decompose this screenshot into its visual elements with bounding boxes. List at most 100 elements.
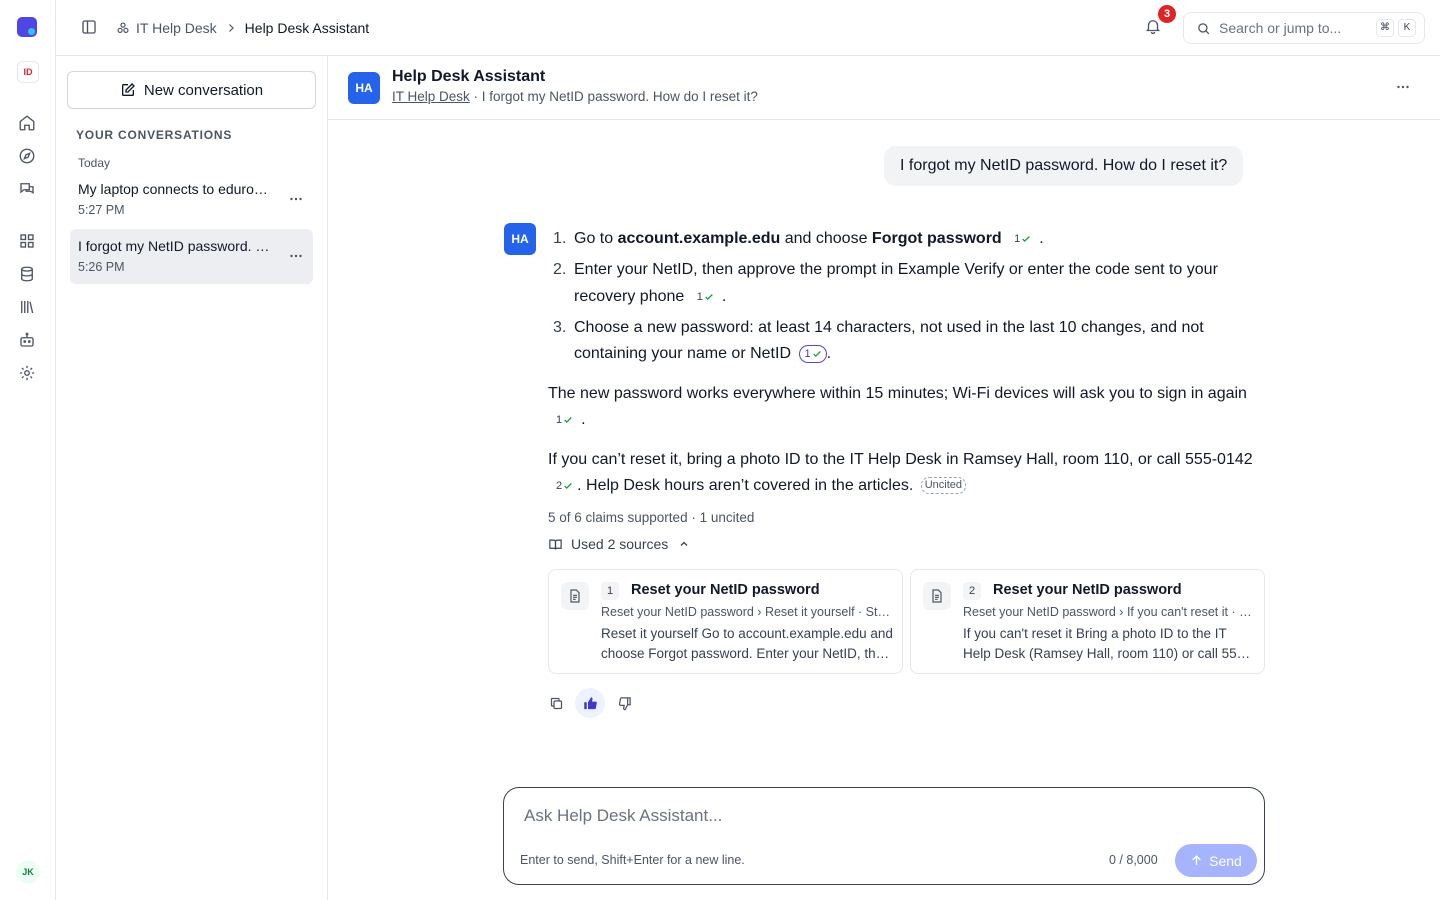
chat-subtitle: IT Help Desk · I forgot my NetID passwor… <box>392 89 758 104</box>
search-placeholder: Search or jump to... <box>1219 20 1342 36</box>
assistant-answer: 1. Go to account.example.edu and choose … <box>548 226 1264 500</box>
document-icon <box>923 582 951 610</box>
step-text: Go to <box>574 230 618 247</box>
step-end: . <box>1039 230 1044 247</box>
source-path: Reset your NetID password › Reset it you… <box>601 605 893 619</box>
thumbs-up-icon[interactable] <box>575 688 605 718</box>
more-options-icon[interactable] <box>1394 78 1414 98</box>
citation-number: 2 <box>556 480 563 492</box>
citation-chip[interactable]: 2 <box>552 477 577 495</box>
grid-icon[interactable] <box>18 232 38 252</box>
paragraph-text: If you can’t reset it, bring a photo ID … <box>548 450 1253 468</box>
step-bold: Forgot password <box>871 230 1002 247</box>
answer-paragraph: If you can’t reset it, bring a photo ID … <box>548 447 1264 500</box>
chat-title: Help Desk Assistant <box>392 68 546 85</box>
citation-number: 1 <box>1014 233 1021 245</box>
chevron-right-icon <box>225 22 237 34</box>
check-icon <box>1021 234 1031 244</box>
kb-link[interactable]: IT Help Desk <box>392 89 470 104</box>
step-number: 3. <box>553 318 567 336</box>
settings-icon[interactable] <box>18 364 38 384</box>
claims-summary: 5 of 6 claims supported · 1 uncited <box>548 510 755 525</box>
source-title: Reset your NetID password <box>631 582 820 598</box>
source-number: 1 <box>601 582 619 600</box>
group-label: Today <box>78 156 111 170</box>
conversation-sidebar: New conversation YOUR CONVERSATIONS Toda… <box>56 56 328 900</box>
step-item: 1. Go to account.example.edu and choose … <box>548 226 1264 253</box>
sources-label: Used 2 sources <box>571 536 669 552</box>
conversation-subject: I forgot my NetID password. How do I res… <box>481 89 758 104</box>
thumbs-down-icon[interactable] <box>611 690 637 716</box>
citation-chip[interactable]: 1 <box>1010 230 1035 248</box>
step-bold: account.example.edu <box>617 230 781 247</box>
paragraph-end: . <box>581 411 586 428</box>
step-text: Enter your NetID, then approve the promp… <box>574 261 1218 305</box>
workspace-badge[interactable]: ID <box>17 61 39 83</box>
steps-list: 1. Go to account.example.edu and choose … <box>548 226 1264 368</box>
conversation-item-active[interactable]: I forgot my NetID password. How do I res… <box>70 229 313 284</box>
new-conversation-label: New conversation <box>143 81 264 99</box>
answer-paragraph: The new password works everywhere within… <box>548 381 1264 434</box>
compass-icon[interactable] <box>18 147 38 167</box>
bot-icon[interactable] <box>18 331 38 351</box>
message-input[interactable]: Ask Help Desk Assistant... <box>524 806 722 826</box>
citation-chip[interactable]: 1 <box>693 288 718 306</box>
citation-number: 1 <box>804 348 811 360</box>
copy-icon[interactable] <box>543 690 569 716</box>
citation-chip-focused[interactable]: 1 <box>799 345 827 363</box>
composer-hint: Enter to send, Shift+Enter for a new lin… <box>520 853 745 867</box>
citation-number: 1 <box>696 290 703 303</box>
conversation-time: 5:27 PM <box>78 203 125 217</box>
source-path: Reset your NetID password › If you can't… <box>963 605 1255 619</box>
source-snippet: If you can't reset it Bring a photo ID t… <box>963 626 1249 661</box>
citation-number: 1 <box>556 414 563 426</box>
shortcut-key-k: K <box>1398 19 1416 37</box>
chat-icon[interactable] <box>18 180 38 200</box>
source-card[interactable]: 2 Reset your NetID password Reset your N… <box>910 569 1265 674</box>
conversation-title: My laptop connects to eduroam but has no… <box>78 181 270 197</box>
assistant-avatar: HA <box>504 223 536 255</box>
sources-toggle[interactable]: Used 2 sources <box>548 536 690 552</box>
chevron-up-icon <box>678 538 690 550</box>
breadcrumb-label: IT Help Desk <box>136 20 217 36</box>
check-icon <box>704 292 714 302</box>
breadcrumb: IT Help Desk Help Desk Assistant <box>116 18 369 38</box>
database-icon[interactable] <box>18 265 38 285</box>
user-avatar[interactable]: JK <box>16 860 40 884</box>
paragraph-text: . Help Desk hours aren’t covered in the … <box>577 477 914 494</box>
step-text: Choose a new password: at least 14 chara… <box>574 318 1204 363</box>
send-button[interactable]: Send <box>1175 844 1257 877</box>
user-message: I forgot my NetID password. How do I res… <box>884 146 1244 186</box>
library-icon[interactable] <box>18 298 38 318</box>
search-box[interactable]: Search or jump to... ⌘ K <box>1183 12 1425 44</box>
message-composer[interactable]: Ask Help Desk Assistant... Enter to send… <box>503 787 1265 885</box>
send-label: Send <box>1209 852 1242 869</box>
source-number: 2 <box>963 582 981 600</box>
chat-header: HA Help Desk Assistant IT Help Desk · I … <box>328 56 1440 120</box>
book-icon <box>548 537 563 552</box>
top-bar: IT Help Desk Help Desk Assistant 3 Searc… <box>56 0 1440 56</box>
source-title: Reset your NetID password <box>993 582 1182 598</box>
document-icon <box>561 582 589 610</box>
breadcrumb-knowledge-base[interactable]: IT Help Desk <box>116 20 217 36</box>
app-logo[interactable] <box>17 17 37 37</box>
citation-chip[interactable]: 1 <box>552 411 577 429</box>
more-options-icon[interactable] <box>287 247 305 265</box>
check-icon <box>812 349 822 359</box>
step-number: 1. <box>553 230 567 247</box>
step-end: . <box>721 287 727 305</box>
notification-count-badge: 3 <box>1158 5 1176 23</box>
conversation-time: 5:26 PM <box>78 260 125 274</box>
breadcrumb-current: Help Desk Assistant <box>244 20 370 36</box>
step-item: 3. Choose a new password: at least 14 ch… <box>548 315 1264 368</box>
arrow-up-icon <box>1190 854 1203 867</box>
source-card[interactable]: 1 Reset your NetID password Reset your N… <box>548 569 903 674</box>
home-icon[interactable] <box>18 114 38 134</box>
sidebar-toggle-icon[interactable] <box>80 18 98 36</box>
conversation-item[interactable]: My laptop connects to eduroam but has no… <box>70 172 313 227</box>
check-icon <box>563 481 573 491</box>
assistant-avatar: HA <box>348 72 380 104</box>
shortcut-key-cmd: ⌘ <box>1376 19 1394 37</box>
more-options-icon[interactable] <box>287 190 305 208</box>
new-conversation-button[interactable]: New conversation <box>67 71 316 109</box>
